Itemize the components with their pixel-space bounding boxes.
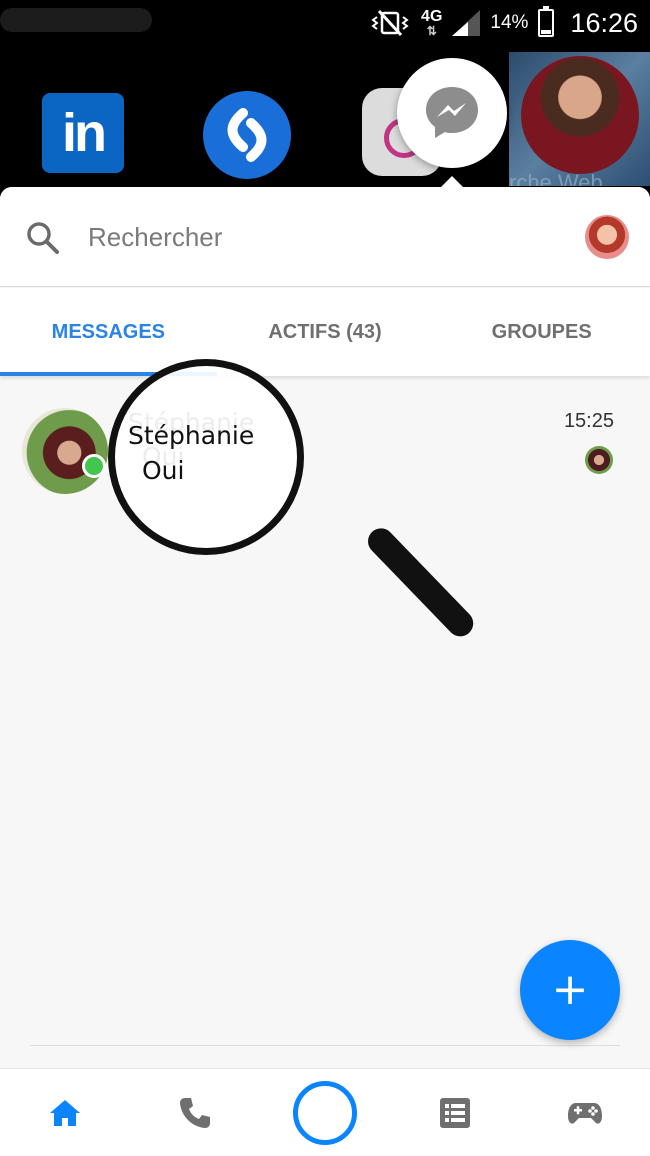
messenger-icon	[426, 87, 478, 138]
tab-active-contacts[interactable]: ACTIFS (43)	[217, 288, 434, 376]
blurred-notification	[0, 8, 152, 32]
plus-icon: +	[551, 964, 589, 1015]
search-icon[interactable]	[26, 221, 60, 255]
battery-icon	[538, 6, 555, 37]
network-label: 4G	[421, 8, 443, 25]
home-icon	[50, 1100, 80, 1126]
gamepad-icon	[568, 1103, 602, 1124]
clock: 16:26	[570, 7, 638, 38]
network-type: 4G ⇅	[421, 8, 443, 38]
camera-ring-icon	[293, 1081, 357, 1145]
status-icons: 4G ⇅ 14% 16:26	[369, 6, 638, 40]
tab-messages[interactable]: MESSAGES	[0, 288, 217, 376]
messenger-panel: MESSAGES ACTIFS (43) GROUPES Stéphanie O…	[0, 187, 650, 1156]
battery-percent: 14%	[490, 12, 529, 33]
nav-home[interactable]	[20, 1069, 110, 1156]
vibrate-off-icon	[371, 9, 409, 37]
status-bar: 4G ⇅ 14% 16:26	[0, 0, 650, 46]
couple-photo	[521, 56, 639, 174]
tab-bar: MESSAGES ACTIFS (43) GROUPES	[0, 288, 650, 376]
online-status-dot	[82, 454, 106, 478]
data-arrows-icon: ⇅	[426, 24, 437, 38]
magnified-contact-name: Stéphanie	[128, 421, 255, 450]
profile-avatar[interactable]	[585, 215, 629, 259]
nav-camera[interactable]	[280, 1069, 370, 1156]
list-icon	[440, 1098, 470, 1128]
seen-by-avatar	[585, 446, 613, 474]
nav-games[interactable]	[540, 1069, 630, 1156]
new-message-button[interactable]: +	[520, 940, 620, 1040]
bottom-navigation	[0, 1068, 650, 1156]
messenger-chat-head[interactable]	[397, 58, 507, 168]
search-input[interactable]	[88, 215, 558, 259]
phone-icon	[180, 1098, 210, 1128]
home-screen-background: in rche Web	[0, 46, 650, 186]
nav-people[interactable]	[410, 1069, 500, 1156]
nav-calls[interactable]	[150, 1069, 240, 1156]
magnified-message-preview: Oui	[142, 456, 185, 485]
conversation-row[interactable]: Stéphanie Oui 15:25	[0, 392, 650, 502]
tab-groups[interactable]: GROUPES	[433, 288, 650, 376]
signal-icon	[452, 10, 481, 36]
widget-background-text: rche Web	[509, 170, 603, 186]
contact-photo-widget: rche Web	[509, 52, 650, 186]
shazam-app-icon	[203, 91, 291, 179]
message-time: 15:25	[563, 410, 614, 432]
linkedin-app-icon: in	[42, 93, 124, 173]
contact-avatar	[22, 408, 108, 494]
list-divider	[30, 1045, 620, 1046]
search-bar	[0, 187, 650, 287]
